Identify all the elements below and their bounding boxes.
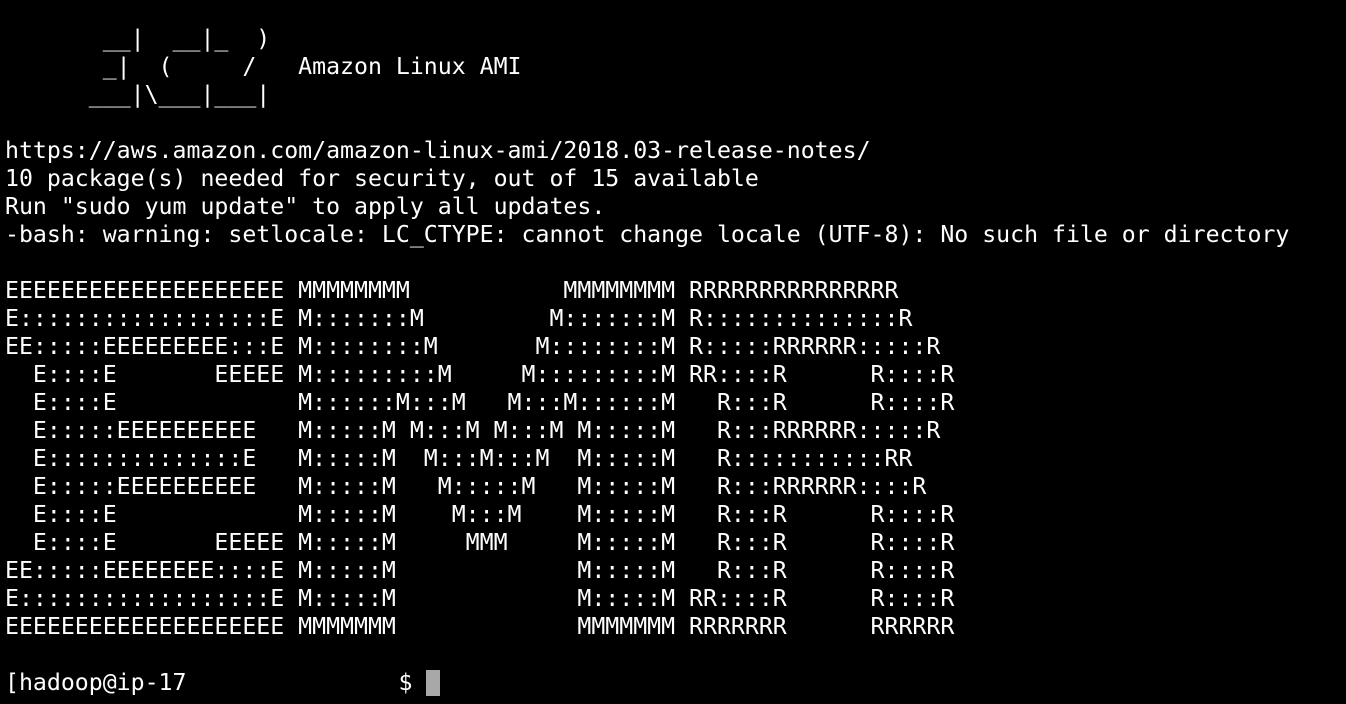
update-hint: Run "sudo yum update" to apply all updat… (5, 193, 606, 220)
terminal-window[interactable]: __| __|_ ) _| ( / Amazon Linux AMI ___|\… (0, 0, 1346, 704)
terminal-cursor[interactable] (426, 670, 441, 696)
emr-logo-line: E:::::EEEEEEEEEE M:::::M M:::M M:::M M::… (5, 417, 941, 444)
locale-warning: -bash: warning: setlocale: LC_CTYPE: can… (5, 221, 1290, 248)
emr-logo-line: E:::::EEEEEEEEEE M:::::M M:::::M M:::::M… (5, 473, 927, 500)
release-notes-url: https://aws.amazon.com/amazon-linux-ami/… (5, 137, 871, 164)
banner-line-3: ___|\___|___| (5, 81, 271, 108)
emr-logo-line: EEEEEEEEEEEEEEEEEEEE MMMMMMM MMMMMMM RRR… (5, 613, 955, 640)
packages-notice: 10 package(s) needed for security, out o… (5, 165, 759, 192)
emr-logo-line: E::::::::::::::E M:::::M M:::M:::M M::::… (5, 445, 913, 472)
prompt-prefix: [hadoop@ip-17 (5, 669, 187, 696)
banner-line-1: __| __|_ ) (5, 25, 271, 52)
emr-logo-line: E::::E M::::::M:::M M:::M::::::M R:::R R… (5, 389, 955, 416)
emr-logo-line: E::::E EEEEE M:::::M MMM M:::::M R:::R R… (5, 529, 955, 556)
prompt-suffix: $ (384, 669, 427, 696)
banner-line-2: _| ( / Amazon Linux AMI (5, 53, 522, 80)
emr-logo-line: EE:::::EEEEEEEEE:::E M::::::::M M:::::::… (5, 333, 941, 360)
emr-logo-line: E::::E EEEEE M:::::::::M M:::::::::M RR:… (5, 361, 955, 388)
emr-logo-line: EE:::::EEEEEEEE::::E M:::::M M:::::M R::… (5, 557, 955, 584)
emr-logo-line: E::::E M:::::M M:::M M:::::M R:::R R::::… (5, 501, 955, 528)
emr-logo-line: E::::::::::::::::::E M:::::::M M:::::::M… (5, 305, 913, 332)
shell-prompt[interactable]: [hadoop@ip-17 $ (5, 663, 1346, 703)
redacted-hostname (186, 663, 385, 703)
emr-logo-line: E::::::::::::::::::E M:::::M M:::::M RR:… (5, 585, 955, 612)
emr-logo-line: EEEEEEEEEEEEEEEEEEEE MMMMMMMM MMMMMMMM R… (5, 277, 899, 304)
